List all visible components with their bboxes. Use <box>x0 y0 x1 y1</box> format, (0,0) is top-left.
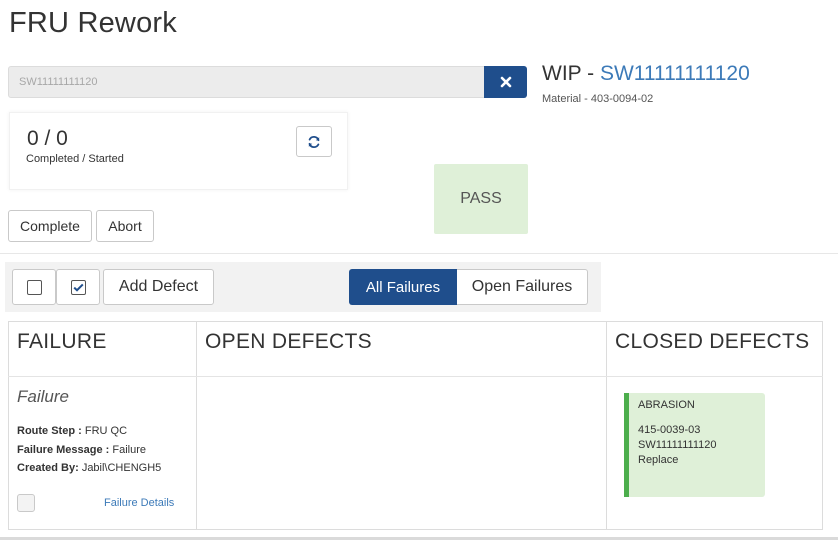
select-all-button[interactable] <box>56 269 100 305</box>
refresh-button[interactable] <box>296 126 332 157</box>
refresh-icon <box>308 135 320 148</box>
close-icon <box>500 76 511 88</box>
closed-defect-card[interactable]: ABRASION 415-0039-03 SW11111111120 Repla… <box>624 393 765 497</box>
page-title: FRU Rework <box>9 7 177 39</box>
wip-prefix: WIP - <box>542 62 600 85</box>
failure-name: Failure <box>17 387 69 406</box>
checkbox-checked-icon <box>70 279 86 295</box>
tab-all-failures[interactable]: All Failures <box>349 269 457 305</box>
failure-checkbox[interactable] <box>17 494 35 512</box>
section-divider <box>0 253 838 254</box>
status-badge: PASS <box>434 164 528 234</box>
counter-label: Completed / Started <box>26 153 124 165</box>
wip-serial: SW11111111120 <box>599 62 750 85</box>
material-label: Material - 403-0094-02 <box>542 93 654 105</box>
defect-serial: SW11111111120 <box>638 439 717 451</box>
header-divider <box>8 376 823 377</box>
defect-type: ABRASION <box>638 399 695 411</box>
wip-title: WIP - SW11111111120 <box>542 62 750 86</box>
column-divider <box>606 321 607 530</box>
tab-open-failures[interactable]: Open Failures <box>457 269 588 305</box>
created-by: Created By: Jabil\CHENGH5 <box>17 462 162 474</box>
counter-value: 0 / 0 <box>27 127 68 150</box>
failure-details-link[interactable]: Failure Details <box>104 497 174 509</box>
failure-column-header: FAILURE <box>17 330 107 353</box>
defect-action: Replace <box>638 454 679 466</box>
complete-button[interactable]: Complete <box>8 210 92 242</box>
failure-message: Failure Message : Failure <box>17 444 147 456</box>
defect-part: 415-0039-03 <box>638 424 701 436</box>
deselect-all-button[interactable] <box>12 269 56 305</box>
abort-button[interactable]: Abort <box>96 210 154 242</box>
clear-search-button[interactable] <box>484 66 527 98</box>
column-divider <box>196 321 197 530</box>
serial-search-input[interactable] <box>8 66 486 98</box>
open-defects-column-header: OPEN DEFECTS <box>205 330 372 353</box>
closed-defects-column-header: CLOSED DEFECTS <box>615 330 810 353</box>
checkbox-empty-icon <box>26 279 42 295</box>
route-step: Route Step : FRU QC <box>17 425 128 437</box>
add-defect-button[interactable]: Add Defect <box>103 269 214 305</box>
bottom-border <box>0 537 838 540</box>
